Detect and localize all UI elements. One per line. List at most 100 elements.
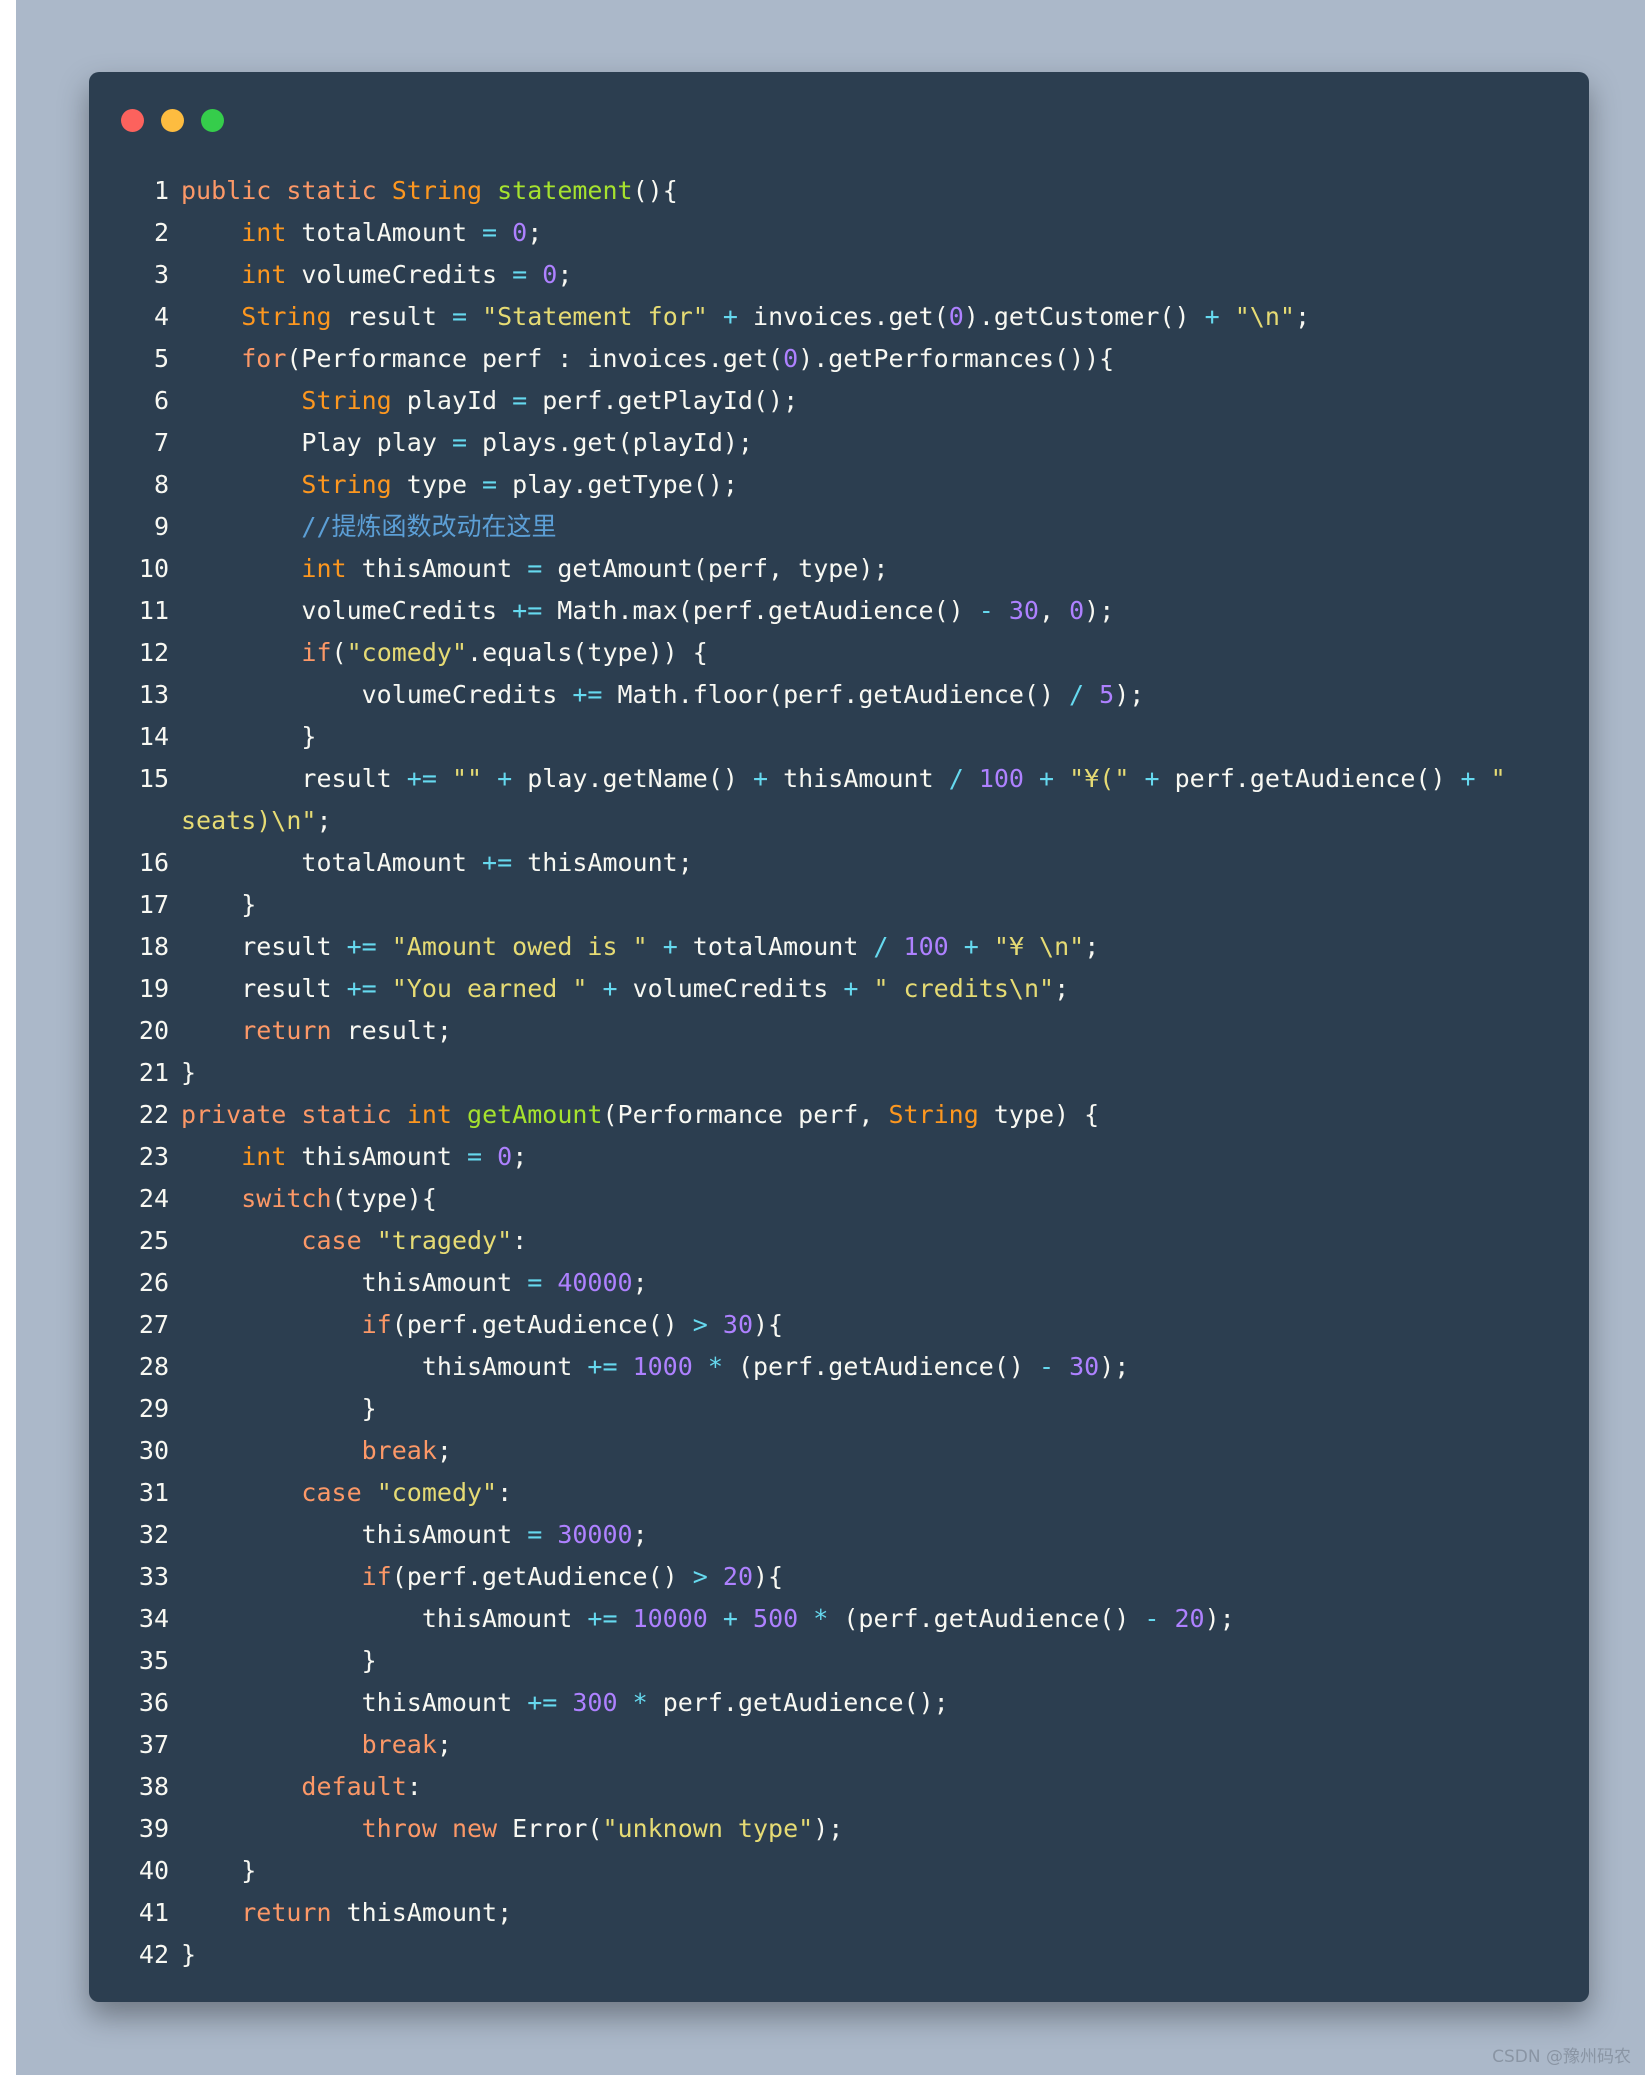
code-token: result (331, 302, 452, 331)
code-token: .equals(type)) { (467, 638, 708, 667)
line-number: 27 (138, 1310, 169, 1339)
code-token: playId (391, 386, 513, 415)
code-token: "¥ \n" (993, 932, 1085, 961)
code-token: (perf.getAudience() (828, 1604, 1145, 1633)
line-number: 29 (138, 1394, 169, 1423)
line-number: 20 (138, 1016, 169, 1045)
code-token: (){ (632, 176, 678, 205)
code-line: 20 return result; (121, 1010, 1571, 1052)
line-source: switch(type){ (169, 1178, 1571, 1220)
maximize-icon[interactable] (201, 109, 224, 132)
code-line: 40 } (121, 1850, 1571, 1892)
line-source: throw new Error("unknown type"); (169, 1808, 1571, 1850)
line-source: result += "" + play.getName() + thisAmou… (169, 758, 1571, 800)
code-token: + (722, 302, 738, 331)
code-line: 39 throw new Error("unknown type"); (121, 1808, 1571, 1850)
code-token: } (181, 1856, 257, 1885)
code-token: return (241, 1898, 332, 1927)
line-source: thisAmount = 30000; (169, 1514, 1571, 1556)
close-icon[interactable] (121, 109, 144, 132)
code-token: private (181, 1100, 287, 1129)
code-token: 5 (1099, 680, 1115, 709)
code-token: Math.floor(perf.getAudience() (602, 680, 1070, 709)
code-token: ( (331, 638, 347, 667)
line-number: 34 (138, 1604, 169, 1633)
line-number: 13 (138, 680, 169, 709)
code-token: thisAmount (181, 1268, 528, 1297)
code-token: * (813, 1604, 829, 1633)
code-token: ){ (753, 1562, 784, 1591)
code-token: volumeCredits (181, 680, 573, 709)
code-token: play.getName() (512, 764, 754, 793)
line-number: 42 (138, 1940, 169, 1969)
code-line: 14 } (121, 716, 1571, 758)
code-line: 25 case "tragedy": (121, 1220, 1571, 1262)
minimize-icon[interactable] (161, 109, 184, 132)
code-token: thisAmount (768, 764, 949, 793)
code-token: " (1490, 764, 1506, 793)
code-token: += (512, 596, 543, 625)
code-token: String (301, 386, 392, 415)
line-number: 22 (138, 1100, 169, 1129)
code-token: thisAmount; (512, 848, 693, 877)
code-token: ); (1084, 596, 1115, 625)
line-source: } (169, 1640, 1571, 1682)
code-token: 100 (903, 932, 949, 961)
code-token: } (181, 1940, 197, 1969)
code-line: 41 return thisAmount; (121, 1892, 1571, 1934)
code-token: volumeCredits (617, 974, 844, 1003)
code-token: / (948, 764, 964, 793)
code-line: 23 int thisAmount = 0; (121, 1136, 1571, 1178)
code-token: (Performance perf : invoices.get( (286, 344, 784, 373)
line-number: 18 (138, 932, 169, 961)
code-token: ); (1204, 1604, 1235, 1633)
line-number: 8 (153, 470, 169, 499)
code-token: seats)\n" (181, 806, 317, 835)
line-source: int thisAmount = getAmount(perf, type); (169, 548, 1571, 590)
code-line: 10 int thisAmount = getAmount(perf, type… (121, 548, 1571, 590)
line-number: 21 (138, 1058, 169, 1087)
code-token: getAmount (467, 1100, 603, 1129)
code-token: switch (241, 1184, 332, 1213)
code-token: Play play (181, 428, 452, 457)
code-token: : (406, 1772, 422, 1801)
line-number: 14 (138, 722, 169, 751)
code-token: 40000 (557, 1268, 633, 1297)
code-line: 19 result += "You earned " + volumeCredi… (121, 968, 1571, 1010)
code-token: int (406, 1100, 452, 1129)
line-source: } (169, 884, 1571, 926)
code-token: if (361, 1310, 392, 1339)
code-token: 0 (1069, 596, 1085, 625)
code-token: getAmount(perf, type); (542, 554, 889, 583)
code-token: int (301, 554, 347, 583)
line-number: 1 (153, 176, 169, 205)
code-token: 0 (783, 344, 799, 373)
line-source: int volumeCredits = 0; (169, 254, 1571, 296)
line-number: 15 (138, 764, 169, 793)
line-source: } (169, 1850, 1571, 1892)
code-token: 30 (1008, 596, 1039, 625)
line-number: 9 (153, 512, 169, 541)
